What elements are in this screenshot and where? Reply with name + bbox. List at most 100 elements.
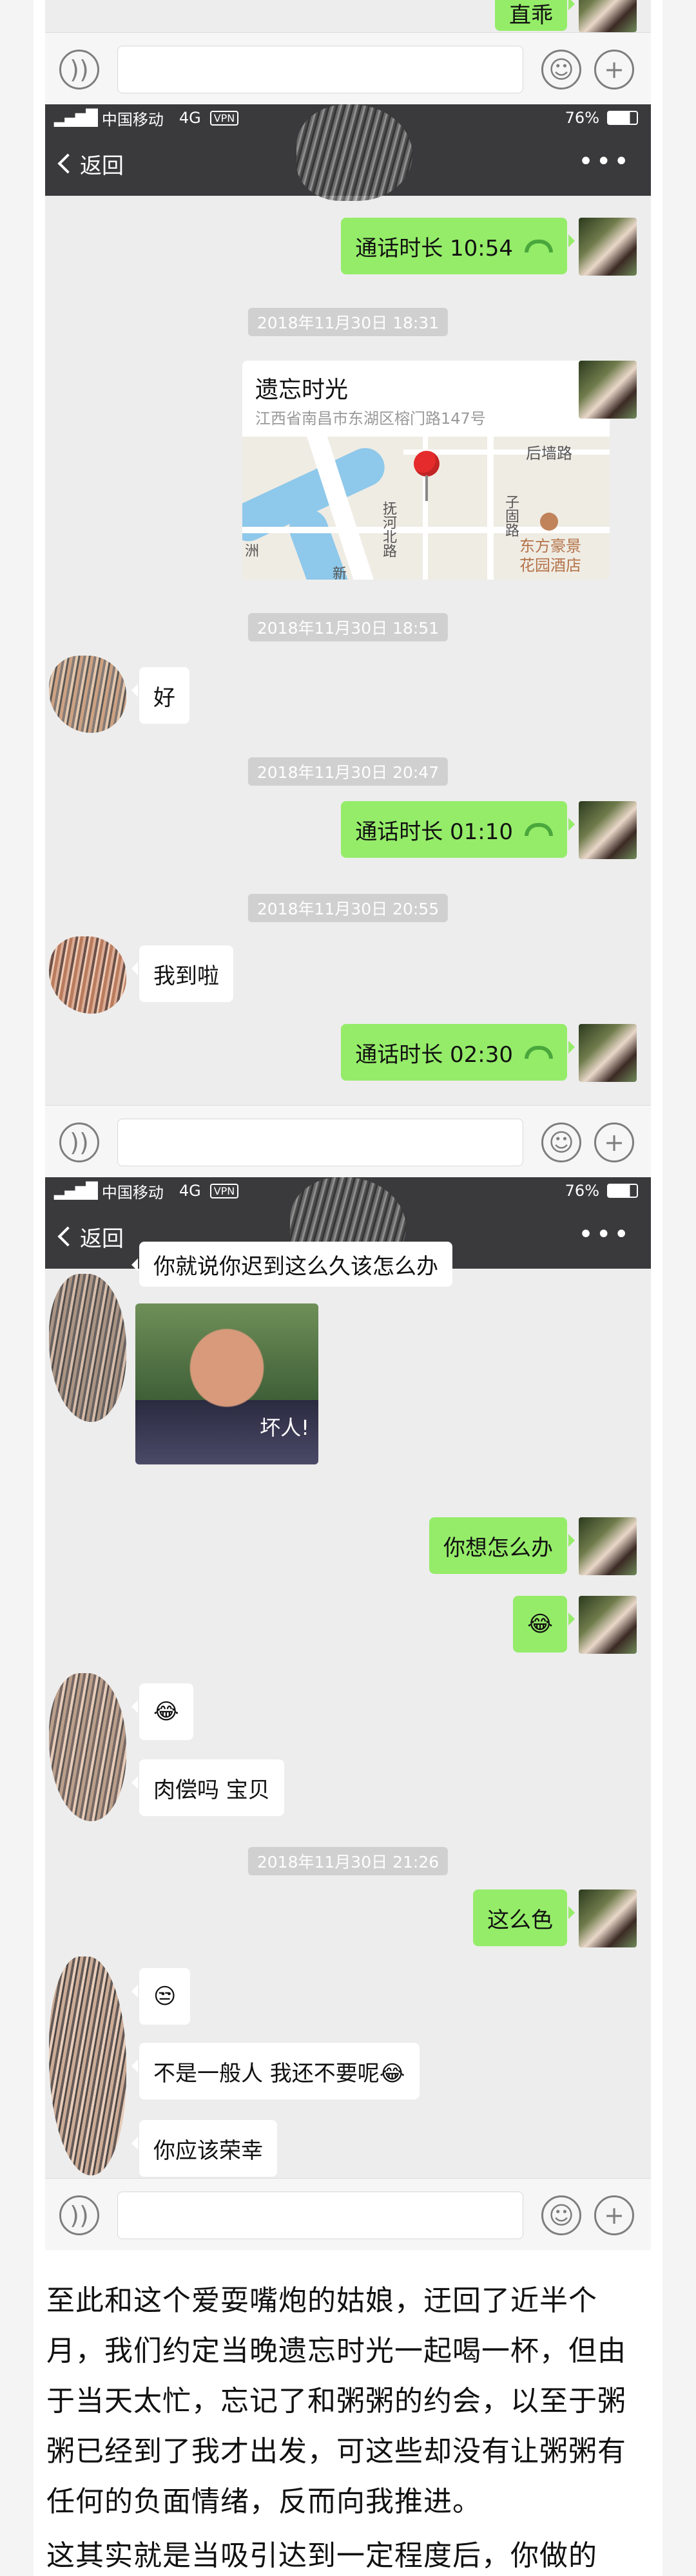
map-label: 花园酒店 (519, 556, 581, 574)
message-input[interactable] (117, 2192, 523, 2239)
message-input[interactable] (117, 1119, 523, 1166)
contact-avatar (49, 936, 126, 1014)
chat-screenshot-3: ▂▄▆█ 中国移动 4G VPN 76% 返回 ••• 你就说你迟到这么久该怎么… (45, 1177, 651, 2188)
map-label: 抚河北路 (380, 501, 396, 558)
timestamp: 2018年11月30日 18:31 (247, 308, 449, 336)
left-gutter (0, 0, 34, 2576)
message-bubble-in: 你应该荣幸 (131, 2120, 277, 2177)
call-duration-text: 通话时长 02:30 (355, 1041, 513, 1068)
map-pin-stem (425, 475, 428, 501)
message-text: 你想怎么办 (443, 1535, 553, 1561)
more-options-icon[interactable]: ••• (578, 149, 632, 175)
timestamp: 2018年11月30日 18:51 (247, 613, 449, 641)
my-avatar (579, 361, 637, 419)
more-button[interactable]: + (594, 2195, 634, 2235)
emoji-button[interactable]: ☺ (541, 2195, 581, 2235)
map-pin-icon (414, 451, 440, 477)
message-input[interactable] (117, 46, 523, 93)
my-avatar (579, 218, 637, 276)
contact-avatar (49, 656, 126, 733)
signal-icon: ▂▄▆█ (54, 109, 98, 127)
back-chevron-icon[interactable] (57, 1226, 78, 1247)
emoji-bubble-out: 😂 (513, 1596, 575, 1653)
message-bubble-out: 你想怎么办 (429, 1517, 575, 1574)
network-label: 4G (179, 1182, 201, 1200)
hotel-icon (540, 513, 558, 531)
my-avatar (579, 801, 637, 859)
carrier-label: 中国移动 (101, 110, 164, 129)
sticker-caption: 坏人! (260, 1416, 309, 1440)
voice-input-button[interactable]: )) (59, 1122, 99, 1162)
more-options-icon[interactable]: ••• (578, 1222, 632, 1247)
message-bubble-out: 直乖 (495, 0, 575, 31)
emoji-bubble-in: 😂 (131, 1683, 193, 1740)
message-bubble-in: 我到啦 (131, 945, 233, 1002)
phone-icon (525, 240, 553, 252)
location-address: 江西省南昌市东湖区榕门路147号 (255, 410, 486, 428)
location-map: 后墙路 子固路 抚河北路 东方豪景 花园酒店 新 洲 (242, 437, 610, 580)
sticker-image[interactable]: 坏人! (135, 1303, 318, 1464)
message-text: 直乖 (509, 3, 553, 28)
chat-screenshot-1-tail: 直乖 (45, 0, 651, 32)
battery-icon (607, 1184, 638, 1198)
timestamp: 2018年11月30日 21:26 (247, 1847, 449, 1875)
call-record-bubble[interactable]: 通话时长 02:30 (341, 1024, 575, 1081)
signal-icon: ▂▄▆█ (54, 1182, 98, 1200)
emoji-button[interactable]: ☺ (541, 1122, 581, 1162)
article-page: 直乖 )) ☺ + ▂▄▆█ 中国移动 4G VPN 76% 返回 ••• 通话… (0, 0, 696, 2576)
location-title: 遗忘时光 (255, 377, 349, 403)
my-avatar (579, 1517, 637, 1575)
message-bubble-in: 肉偿吗 宝贝 (131, 1759, 284, 1816)
call-record-bubble[interactable]: 通话时长 01:10 (341, 801, 575, 858)
article-paragraph: 这其实就是当吸引达到一定程度后，你做的 (46, 2539, 597, 2572)
more-button[interactable]: + (594, 50, 634, 90)
message-text: 我到啦 (153, 963, 219, 989)
back-button[interactable]: 返回 (80, 1221, 124, 1253)
contact-avatar (49, 1274, 126, 1422)
right-gutter (662, 0, 696, 2576)
more-button[interactable]: + (594, 1122, 634, 1162)
battery-label: 76% (565, 109, 599, 127)
chat-input-bar: )) ☺ + (45, 32, 651, 104)
carrier-label: 中国移动 (101, 1183, 164, 1202)
timestamp: 2018年11月30日 20:55 (247, 894, 449, 922)
map-label: 新 (333, 566, 347, 580)
message-text: 不是一般人 我还不要呢😂 (153, 2060, 405, 2087)
message-text: 好 (153, 685, 175, 711)
voice-input-button[interactable]: )) (59, 50, 99, 90)
chat-input-bar: )) ☺ + (45, 1105, 651, 1177)
message-text: 肉偿吗 宝贝 (153, 1777, 270, 1803)
unamused-emoji-icon: 😒 (153, 1984, 177, 2009)
phone-icon (525, 1046, 553, 1059)
map-label: 后墙路 (526, 444, 572, 462)
chat-input-bar: )) ☺ + (45, 2178, 651, 2250)
chat-screenshot-2: ▂▄▆█ 中国移动 4G VPN 76% 返回 ••• 通话时长 10:54 2… (45, 104, 651, 1110)
contact-avatar (49, 1956, 126, 2175)
emoji-button[interactable]: ☺ (541, 50, 581, 90)
my-avatar (579, 1889, 637, 1947)
timestamp: 2018年11月30日 20:47 (247, 757, 449, 786)
laugh-emoji-icon: 😂 (527, 1611, 553, 1637)
map-label: 子固路 (503, 495, 519, 537)
message-text: 你就说你迟到这么久该怎么办 (153, 1254, 438, 1280)
battery-icon (607, 111, 638, 125)
message-text: 这么色 (487, 1907, 553, 1933)
message-text: 你应该荣幸 (153, 2137, 263, 2164)
location-card[interactable]: 遗忘时光 江西省南昌市东湖区榕门路147号 后墙路 子固路 抚河北路 东方豪景 … (242, 361, 610, 580)
call-record-bubble[interactable]: 通话时长 10:54 (341, 218, 575, 274)
voice-input-button[interactable]: )) (59, 2195, 99, 2235)
network-label: 4G (179, 109, 201, 127)
back-chevron-icon[interactable] (57, 153, 78, 174)
vpn-badge: VPN (209, 110, 239, 126)
laugh-emoji-icon: 😂 (153, 1699, 179, 1725)
message-bubble-in: 好 (131, 667, 189, 724)
map-label: 洲 (245, 544, 260, 560)
back-button[interactable]: 返回 (80, 148, 124, 180)
my-avatar (579, 0, 637, 32)
vpn-badge: VPN (209, 1183, 239, 1198)
my-avatar (579, 1024, 637, 1082)
my-avatar (579, 1596, 637, 1654)
battery-label: 76% (565, 1182, 599, 1200)
article-paragraph: 至此和这个爱耍嘴炮的姑娘，迂回了近半个月，我们约定当晚遗忘时光一起喝一杯，但由于… (46, 2284, 626, 2518)
message-bubble-out: 这么色 (473, 1889, 575, 1946)
